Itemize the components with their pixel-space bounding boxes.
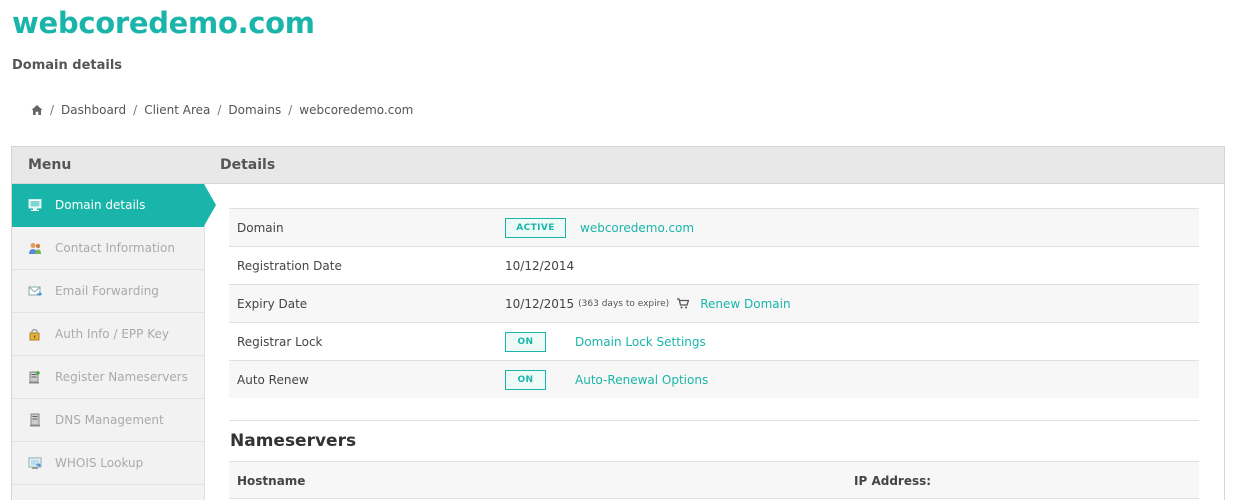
domain-lock-settings-link[interactable]: Domain Lock Settings [575,335,706,349]
details-title: Details [220,157,276,173]
domain-row: Domain ACTIVE webcoredemo.com [229,208,1199,246]
days-to-expire: (363 days to expire) [578,298,670,309]
section-divider [229,420,1199,421]
registration-date: 10/12/2014 [505,258,575,273]
whois-icon [28,456,42,470]
registrar-lock-row: Registrar Lock ON Domain Lock Settings [229,322,1199,360]
panel-header: Menu Details [12,147,1224,184]
sidebar-item-label: Email Forwarding [55,284,159,298]
sidebar-item-email-forwarding[interactable]: Email Forwarding [12,270,204,313]
sidebar-item-domain-details[interactable]: Domain details [12,184,216,227]
menu-title: Menu [28,157,72,173]
breadcrumb-separator: / [50,103,55,117]
row-label: Registration Date [237,258,342,273]
auto-renew-toggle[interactable]: ON [505,369,546,390]
breadcrumb-current: webcoredemo.com [299,103,414,117]
renew-domain-link[interactable]: Renew Domain [700,297,790,311]
contacts-icon [28,241,42,255]
breadcrumb: / Dashboard / Client Area / Domains / we… [31,103,413,117]
sidebar-menu: Domain details Contact Information Email… [12,184,216,500]
auto-renewal-options-link[interactable]: Auto-Renewal Options [575,373,708,387]
row-label: Expiry Date [237,296,308,311]
sidebar-item-label: Domain details [55,198,146,212]
breadcrumb-separator: / [133,103,138,117]
breadcrumb-separator: / [217,103,222,117]
column-hostname: Hostname [237,474,306,488]
sidebar-item-register-nameservers[interactable]: Register Nameservers [12,356,204,399]
monitor-icon [28,198,42,212]
column-ip-address: IP Address: [854,474,932,488]
page-subtitle: Domain details [12,58,123,73]
expiry-date: 10/12/2015 [505,296,575,311]
sidebar-item-contact-information[interactable]: Contact Information [12,227,204,270]
lock-key-icon [28,327,42,341]
breadcrumb-domains[interactable]: Domains [228,103,281,117]
cart-icon [677,298,690,309]
expiry-date-row: Expiry Date 10/12/2015 (363 days to expi… [229,284,1199,322]
server-icon [28,413,42,427]
registrar-lock-toggle[interactable]: ON [505,331,546,352]
domain-details-table: Domain ACTIVE webcoredemo.com Registrati… [229,208,1199,398]
home-icon[interactable] [31,104,43,116]
sidebar-item-label: DNS Management [55,413,164,427]
breadcrumb-separator: / [288,103,293,117]
sidebar-item-label: Auth Info / EPP Key [55,327,169,341]
server-add-icon [28,370,42,384]
status-badge: ACTIVE [505,217,566,238]
sidebar-item-dns-management[interactable]: DNS Management [12,399,204,442]
nameservers-table-header: Hostname IP Address: [229,461,1199,499]
nameservers-title: Nameservers [230,431,357,451]
site-title: webcoredemo.com [12,6,315,40]
breadcrumb-client-area[interactable]: Client Area [144,103,210,117]
sidebar-item-label: WHOIS Lookup [55,456,144,470]
domain-link[interactable]: webcoredemo.com [580,221,694,235]
row-label: Auto Renew [237,372,309,387]
email-forward-icon [28,284,43,298]
row-label: Registrar Lock [237,334,323,349]
breadcrumb-dashboard[interactable]: Dashboard [61,103,126,117]
sidebar-item-label: Contact Information [55,241,175,255]
sidebar-item-whois-lookup[interactable]: WHOIS Lookup [12,442,204,485]
registration-date-row: Registration Date 10/12/2014 [229,246,1199,284]
auto-renew-row: Auto Renew ON Auto-Renewal Options [229,360,1199,398]
row-label: Domain [237,220,284,235]
sidebar-item-label: Register Nameservers [55,370,188,384]
sidebar-item-auth-info[interactable]: Auth Info / EPP Key [12,313,204,356]
